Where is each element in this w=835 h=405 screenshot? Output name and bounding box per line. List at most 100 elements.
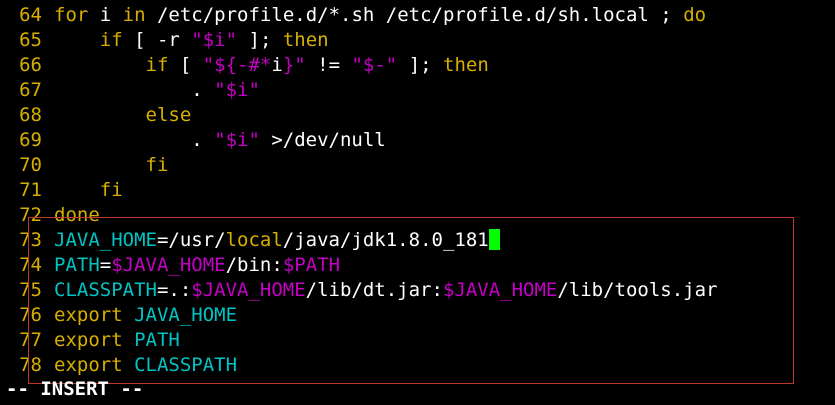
code-text[interactable]: . "$i" [54, 79, 260, 101]
vim-editor[interactable]: 64 for i in /etc/profile.d/*.sh /etc/prof… [0, 3, 835, 378]
vim-mode-status: -- INSERT -- [6, 378, 144, 400]
code-token: CLASSPATH [134, 354, 238, 376]
code-token: . [54, 79, 215, 101]
code-token: export [54, 329, 123, 351]
code-token: "$-" [351, 54, 398, 76]
line-number: 75 [19, 279, 42, 301]
line-number: 68 [19, 104, 42, 126]
code-token: export [54, 354, 123, 376]
code-token: [ [168, 54, 203, 76]
code-token: i [271, 54, 283, 76]
line-number: 64 [19, 4, 42, 26]
code-token: fi [145, 154, 169, 176]
code-token: /lib/tools.jar [557, 279, 718, 301]
code-text[interactable]: JAVA_HOME=/usr/local/java/jdk1.8.0_181 [54, 229, 500, 251]
line-number: 76 [19, 304, 42, 326]
code-token: local [225, 229, 283, 251]
code-line[interactable]: 74 PATH=$JAVA_HOME/bin:$PATH [0, 253, 835, 278]
code-token: for [54, 4, 89, 26]
line-number: 77 [19, 329, 42, 351]
code-text[interactable]: export PATH [54, 329, 180, 351]
line-number: 74 [19, 254, 42, 276]
code-line[interactable]: 77 export PATH [0, 328, 835, 353]
code-token: ]; [397, 54, 444, 76]
code-line[interactable]: 73 JAVA_HOME=/usr/local/java/jdk1.8.0_181 [0, 228, 835, 253]
code-line[interactable]: 76 export JAVA_HOME [0, 303, 835, 328]
code-text[interactable]: for i in /etc/profile.d/*.sh /etc/profil… [54, 4, 706, 26]
code-token: "$i" [214, 129, 260, 151]
code-line[interactable]: 68 else [0, 103, 835, 128]
code-text[interactable]: export JAVA_HOME [54, 304, 237, 326]
text-cursor [488, 229, 500, 250]
code-token: fi [99, 179, 123, 201]
code-token: $JAVA_HOME [191, 279, 306, 301]
code-line[interactable]: 69 . "$i" >/dev/null [0, 128, 835, 153]
code-token: done [54, 204, 100, 226]
code-token: /bin: [225, 254, 283, 276]
line-number: 70 [19, 154, 42, 176]
code-token: "${-#* [202, 54, 272, 76]
code-text[interactable]: CLASSPATH=.:$JAVA_HOME/lib/dt.jar:$JAVA_… [54, 279, 718, 301]
code-token: CLASSPATH [54, 279, 157, 301]
code-token: >/dev/null [259, 129, 386, 151]
code-token: /lib/dt.jar: [305, 279, 443, 301]
line-number: 69 [19, 129, 42, 151]
code-token: =/usr/ [156, 229, 226, 251]
code-line[interactable]: 72 done [0, 203, 835, 228]
code-line[interactable]: 71 fi [0, 178, 835, 203]
code-text[interactable]: PATH=$JAVA_HOME/bin:$PATH [54, 254, 340, 276]
code-text[interactable]: . "$i" >/dev/null [54, 129, 386, 151]
code-token: "$i" [191, 29, 238, 51]
line-number: 67 [19, 79, 42, 101]
code-line[interactable]: 67 . "$i" [0, 78, 835, 103]
code-token: $PATH [282, 254, 341, 276]
code-line[interactable]: 64 for i in /etc/profile.d/*.sh /etc/prof… [0, 3, 835, 28]
line-number: 65 [19, 29, 42, 51]
code-token: PATH [54, 254, 100, 276]
code-text[interactable]: if [ "${-#*i}" != "$-" ]; then [54, 54, 489, 76]
code-text[interactable]: if [ -r "$i" ]; then [54, 29, 329, 51]
code-token: =.: [156, 279, 192, 301]
code-token: i [88, 4, 123, 26]
code-token: != [305, 54, 352, 76]
code-text[interactable]: fi [54, 179, 123, 201]
code-line[interactable]: 66 if [ "${-#*i}" != "$-" ]; then [0, 53, 835, 78]
code-text[interactable]: done [54, 204, 100, 226]
code-token: if [145, 54, 169, 76]
code-line[interactable]: 70 fi [0, 153, 835, 178]
code-token: [ -r [122, 29, 192, 51]
code-line[interactable]: 75 CLASSPATH=.:$JAVA_HOME/lib/dt.jar:$JAV… [0, 278, 835, 303]
code-token: export [54, 304, 123, 326]
line-number: 66 [19, 54, 42, 76]
code-text[interactable]: export CLASSPATH [54, 354, 237, 376]
code-text[interactable]: else [54, 104, 192, 126]
code-line[interactable]: 65 if [ -r "$i" ]; then [0, 28, 835, 53]
code-token: /java/jdk1.8.0_181 [282, 229, 489, 251]
line-number: 73 [19, 229, 42, 251]
line-number: 72 [19, 204, 42, 226]
code-token: then [443, 54, 489, 76]
code-text[interactable]: fi [54, 154, 169, 176]
line-number: 78 [19, 354, 42, 376]
code-token: in [122, 4, 146, 26]
code-token: if [99, 29, 123, 51]
code-token: }" [282, 54, 306, 76]
code-token: else [145, 104, 192, 126]
code-token: . [54, 129, 215, 151]
code-token: $JAVA_HOME [111, 254, 226, 276]
code-token: JAVA_HOME [134, 304, 238, 326]
code-token: do [683, 4, 707, 26]
code-token: = [99, 254, 112, 276]
code-token: ]; [237, 29, 283, 51]
code-line[interactable]: 78 export CLASSPATH [0, 353, 835, 378]
code-token: $JAVA_HOME [442, 279, 558, 301]
code-token: PATH [134, 329, 180, 351]
code-token: then [282, 29, 329, 51]
